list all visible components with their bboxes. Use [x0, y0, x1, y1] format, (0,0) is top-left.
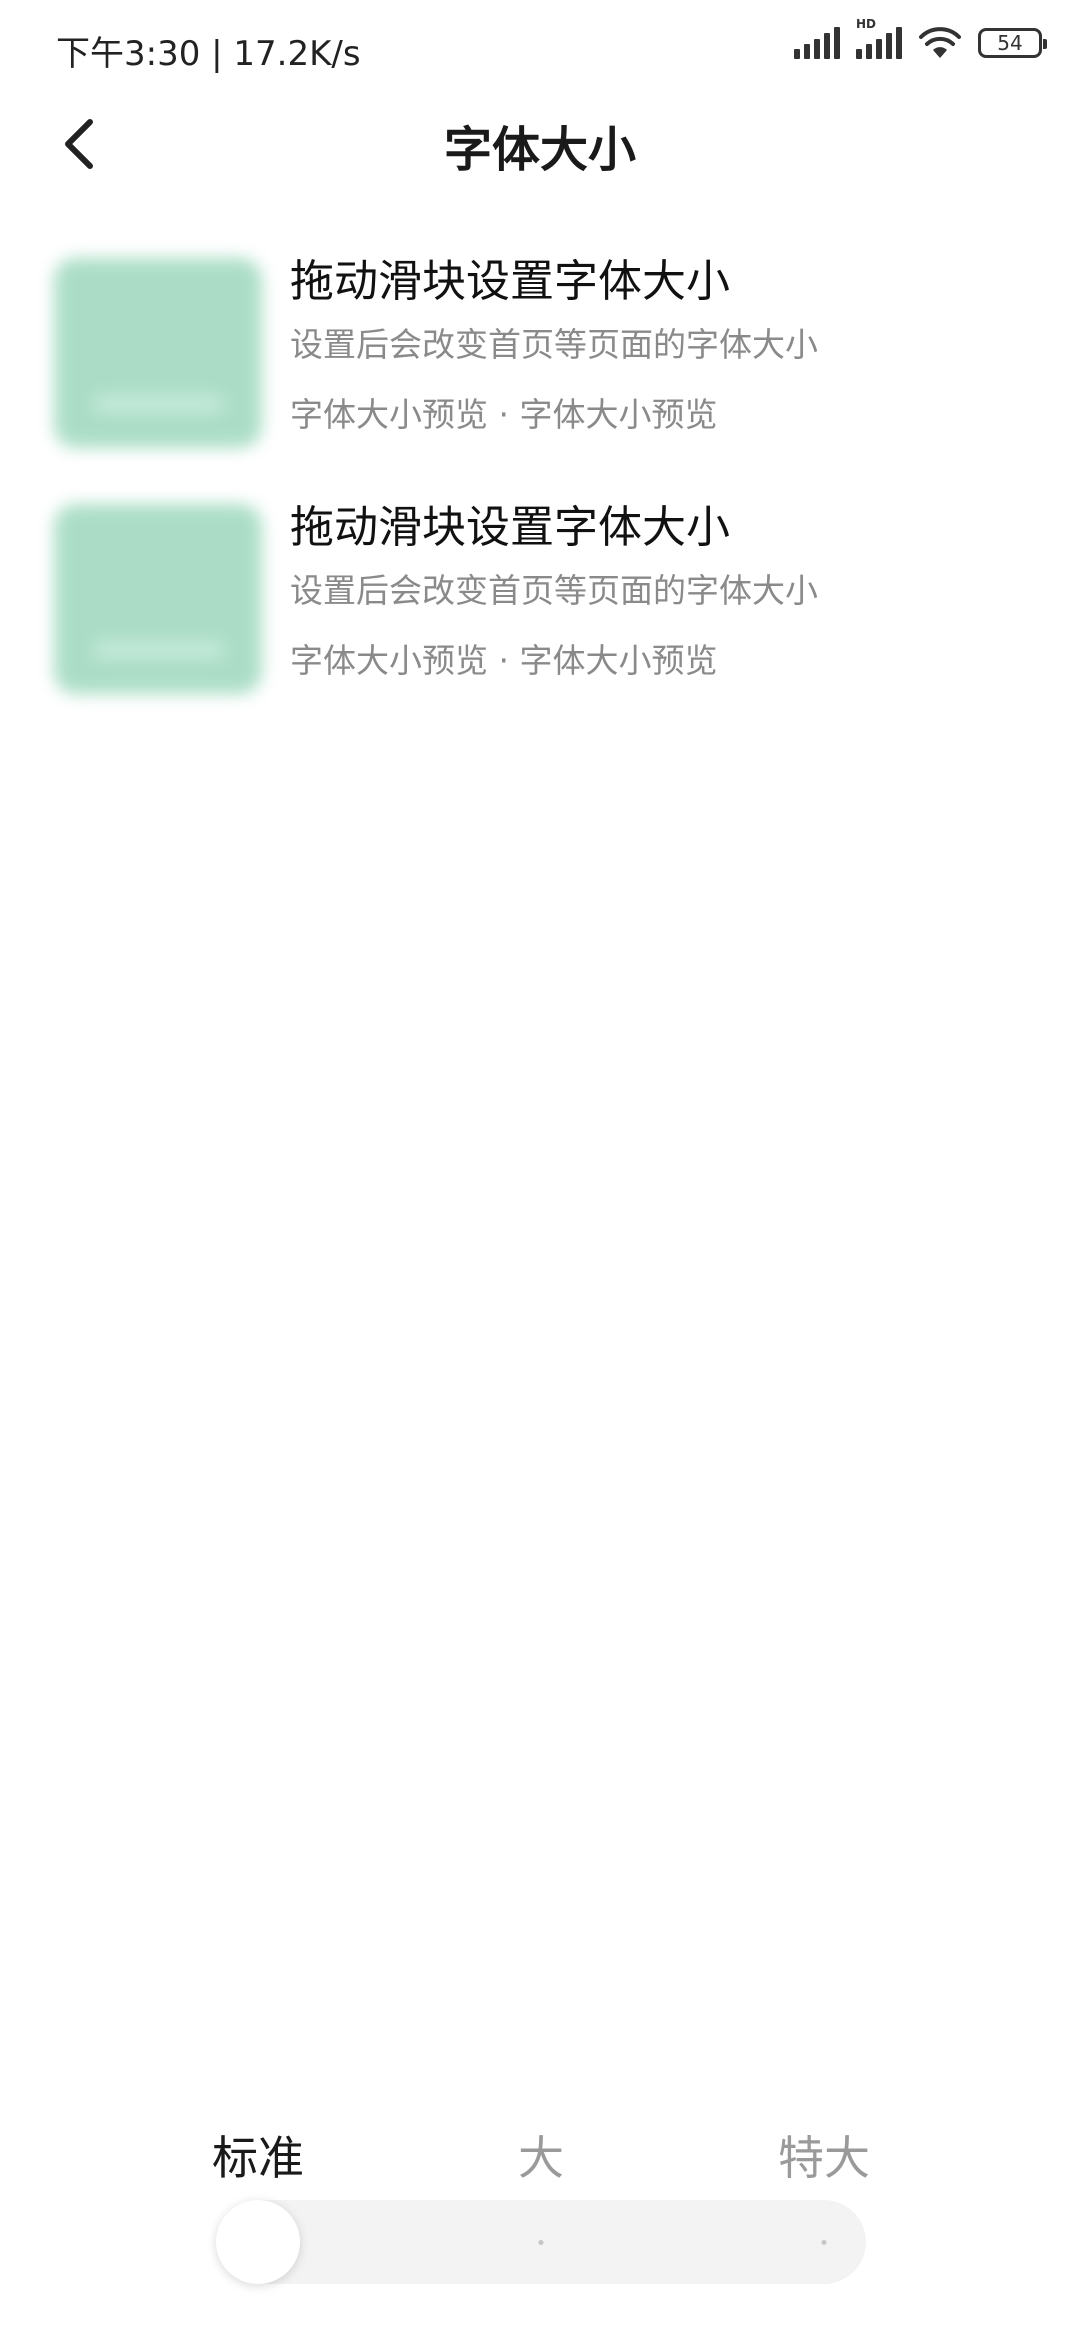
status-time: 下午3:30 | 17.2K/s	[56, 34, 361, 74]
preview-text: 拖动滑块设置字体大小 设置后会改变首页等页面的字体大小 字体大小预览 · 字体大…	[290, 498, 818, 686]
battery-level: 54	[997, 31, 1023, 55]
font-size-slider[interactable]	[216, 2200, 866, 2284]
preview-text: 拖动滑块设置字体大小 设置后会改变首页等页面的字体大小 字体大小预览 · 字体大…	[290, 252, 818, 440]
preview-subtext: 字体大小预览 · 字体大小预览	[290, 395, 718, 434]
preview-subtext: 字体大小预览 · 字体大小预览	[290, 641, 718, 680]
size-option-extra-large[interactable]: 特大	[778, 2122, 870, 2188]
preview-item: 拖动滑块设置字体大小 设置后会改变首页等页面的字体大小 字体大小预览 · 字体大…	[0, 230, 1080, 476]
preview-thumbnail	[54, 504, 262, 694]
font-size-selector: 标准 大 特大	[0, 2110, 1080, 2340]
hd-signal-icon: HD	[856, 17, 902, 59]
preview-item: 拖动滑块设置字体大小 设置后会改变首页等页面的字体大小 字体大小预览 · 字体大…	[0, 476, 1080, 722]
font-size-settings-page: 下午3:30 | 17.2K/s HD 54 字体大小 拖动滑块设置字体大小 设…	[0, 0, 1080, 2340]
slider-tick	[821, 2240, 827, 2245]
battery-icon: 54	[978, 28, 1047, 58]
preview-list: 拖动滑块设置字体大小 设置后会改变首页等页面的字体大小 字体大小预览 · 字体大…	[0, 230, 1080, 722]
size-option-standard[interactable]: 标准	[212, 2122, 304, 2188]
wifi-icon	[919, 27, 961, 58]
hd-label: HD	[856, 17, 877, 31]
preview-description: 设置后会改变首页等页面的字体大小	[290, 571, 818, 610]
signal-icon	[794, 27, 840, 59]
status-icons: HD 54	[794, 17, 1047, 60]
header: 字体大小	[0, 96, 1080, 192]
preview-description: 设置后会改变首页等页面的字体大小	[290, 325, 818, 364]
slider-thumb[interactable]	[216, 2200, 300, 2284]
preview-title: 拖动滑块设置字体大小	[290, 256, 730, 307]
size-option-large[interactable]: 大	[518, 2122, 564, 2188]
status-bar: 下午3:30 | 17.2K/s HD 54	[0, 0, 1080, 96]
preview-thumbnail	[54, 258, 262, 448]
preview-title: 拖动滑块设置字体大小	[290, 502, 730, 553]
slider-tick	[538, 2240, 544, 2245]
page-title: 字体大小	[443, 122, 636, 178]
